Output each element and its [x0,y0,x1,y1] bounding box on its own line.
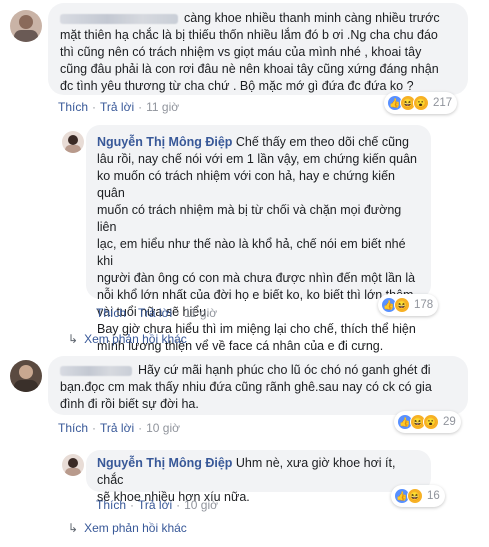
timestamp[interactable]: 11 giờ [184,306,217,320]
reply-text: lâu rồi, nay chế nói với em 1 lần vậy, e… [97,152,417,166]
reaction-count: 178 [414,299,434,311]
view-more-replies-link[interactable]: ↳ Xem phản hồi khác [68,332,187,346]
reply-text: ko muốn có trách nhiệm với con hả, hay e… [97,169,395,200]
reply-text: lạc, em hiểu như thế nào là khổ hả, chế … [97,237,406,268]
comment-bubble: Hãy cứ mãi hạnh phúc cho lũ óc chó nó ga… [48,356,468,415]
comment-bubble: càng khoe nhiều thanh minh càng nhiều tr… [48,3,468,95]
comment-text: đình đi rồi biết sự đời ha. [60,397,199,411]
reply-button[interactable]: Trả lời [138,306,172,320]
comment-text: càng khoe nhiều thanh minh càng nhiều tr… [184,11,440,25]
wow-icon: 😮 [413,95,429,111]
timestamp[interactable]: 10 giờ [146,421,180,435]
author-name[interactable]: Nguyễn Thị Mông Điệp [97,456,232,470]
reaction-count: 16 [427,490,440,502]
like-button[interactable]: Thích [58,100,88,114]
avatar[interactable] [10,360,42,392]
avatar[interactable] [62,131,84,153]
reply-button[interactable]: Trả lời [100,421,134,435]
haha-icon: 😆 [394,297,410,313]
avatar[interactable] [62,454,84,476]
timestamp[interactable]: 10 giờ [184,498,218,512]
reaction-summary[interactable]: 👍 😆 😮 29 [394,411,461,433]
view-more-replies-label: Xem phản hồi khác [84,521,187,535]
reaction-summary[interactable]: 👍 😆 16 [391,485,445,507]
view-more-replies-label: Xem phản hồi khác [84,332,187,346]
comment-text: Hãy cứ mãi hạnh phúc cho lũ óc chó nó ga… [138,363,431,377]
reply-text: người đàn ông có con mà chưa được nhìn đ… [97,271,416,285]
like-button[interactable]: Thích [96,498,126,512]
view-more-replies-link[interactable]: ↳ Xem phản hồi khác [68,521,187,535]
reply-actions: Thích · Trả lời · 10 giờ [96,498,218,512]
reply-bubble: Nguyễn Thị Mông Điệp Chế thấy em theo dõ… [86,125,431,353]
reply-actions: Thích · Trả lời · 11 giờ [96,306,218,320]
reply-text: nỗi khổ lớn nhất của đời họ e biết ko, k… [97,288,414,302]
blurred-author-name [60,365,132,376]
avatar[interactable] [10,10,42,42]
reply-arrow-icon: ↳ [68,332,79,346]
like-button[interactable]: Thích [96,306,126,320]
reaction-count: 217 [433,97,453,109]
comment-text: thì cũng nên có trách nhiệm vs giọt máu … [60,45,422,59]
timestamp[interactable]: 11 giờ [146,100,179,114]
reply-arrow-icon: ↳ [68,521,79,535]
reaction-summary[interactable]: 👍 😆 😮 217 [384,92,458,114]
reply-button[interactable]: Trả lời [138,498,172,512]
reply-bubble: Nguyễn Thị Mông Điệp Uhm nè, xưa giờ kho… [86,450,431,504]
reply-text: muốn có trách nhiệm mà bị từ chối và chặ… [97,203,402,234]
comment-text: bạn.đọc cm mak thấy nhiu đứa cũng rãnh g… [60,380,432,394]
reply-button[interactable]: Trả lời [100,100,134,114]
comment-actions: Thích · Trả lời · 11 giờ [58,100,180,114]
comment-text: mặt thiên hạ chắc là bị thiếu thốn nhiều… [60,28,438,42]
author-name[interactable]: Nguyễn Thị Mông Điệp [97,135,232,149]
reply-text: Chế thấy em theo dõi chế cũng [235,135,409,149]
blurred-author-name [60,13,178,24]
wow-icon: 😮 [423,414,439,430]
comment-text: cũng đâu phải là con rơi đâu nè nên khoa… [60,62,439,76]
reaction-count: 29 [443,416,456,428]
reaction-summary[interactable]: 👍 😆 178 [378,294,439,316]
haha-icon: 😆 [407,488,423,504]
comment-actions: Thích · Trả lời · 10 giờ [58,421,180,435]
like-button[interactable]: Thích [58,421,88,435]
